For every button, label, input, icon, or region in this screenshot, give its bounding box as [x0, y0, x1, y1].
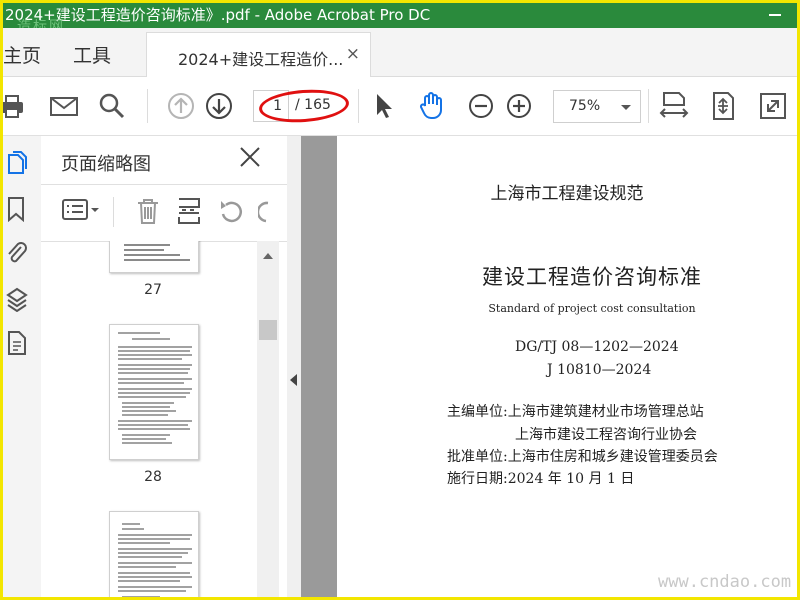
document-title: 建设工程造价咨询标准	[482, 265, 702, 289]
layers-icon[interactable]	[6, 286, 28, 312]
select-cursor-icon[interactable]	[370, 91, 400, 121]
main-toolbar: 1 / 165 75%	[3, 77, 797, 136]
chevron-down-icon	[621, 105, 631, 110]
attachment-icon[interactable]	[6, 240, 28, 266]
pdf-page: 上海市工程建设规范 建设工程造价咨询标准 Standard of project…	[337, 136, 797, 597]
standard-code: DG/TJ 08—1202—2024	[515, 339, 679, 355]
thumbnail-toolbar	[41, 184, 287, 242]
title-bar: 2024+建设工程造价咨询标准》.pdf - Adobe Acrobat Pro…	[3, 3, 797, 28]
zoom-out-icon[interactable]	[466, 91, 496, 121]
co-editor-unit: 上海市建设工程咨询行业协会	[515, 427, 697, 443]
zoom-value: 75%	[569, 98, 601, 114]
menu-tools[interactable]: 工具	[73, 41, 111, 68]
panel-title: 页面缩略图	[61, 154, 151, 175]
effective-date: 施行日期:2024 年 10 月 1 日	[447, 471, 635, 487]
rotate-clockwise-icon[interactable]	[258, 197, 270, 225]
app-frame: 2024+建设工程造价咨询标准》.pdf - Adobe Acrobat Pro…	[0, 0, 800, 600]
thumbnail-list: 27 28	[41, 241, 287, 597]
print-icon[interactable]	[0, 91, 29, 121]
bookmark-icon[interactable]	[6, 196, 28, 222]
approval-unit: 批准单位:上海市住房和城乡建设管理委员会	[447, 449, 718, 465]
menu-bar: 主页 工具 2024+建设工程造价... ×	[3, 28, 797, 77]
page-thumbnail[interactable]	[109, 511, 199, 597]
page-thumbnail[interactable]	[109, 324, 199, 460]
zoom-in-icon[interactable]	[504, 91, 534, 121]
menu-home[interactable]: 主页	[3, 41, 41, 68]
next-page-icon[interactable]	[204, 91, 234, 121]
minimize-button[interactable]	[769, 14, 781, 16]
site-watermark: www.cndao.com	[658, 572, 792, 592]
previous-page-icon[interactable]	[166, 91, 196, 121]
scroll-up-icon[interactable]	[263, 253, 273, 259]
fit-page-icon[interactable]	[708, 91, 738, 121]
document-tab[interactable]: 2024+建设工程造价... ×	[146, 32, 371, 77]
toolbar-divider	[648, 89, 649, 123]
panel-splitter[interactable]	[287, 136, 301, 597]
extract-page-icon[interactable]	[176, 197, 202, 225]
mail-icon[interactable]	[49, 91, 79, 121]
document-view: 上海市工程建设规范 建设工程造价咨询标准 Standard of project…	[301, 136, 797, 597]
close-tab-icon[interactable]: ×	[346, 44, 360, 64]
page-thumbnails-icon[interactable]	[6, 150, 28, 176]
left-rail	[3, 136, 42, 597]
toolbar-divider	[113, 197, 114, 227]
hand-tool-icon[interactable]	[417, 91, 447, 121]
thumbnail-page-label: 27	[144, 282, 162, 298]
document-header: 上海市工程建设规范	[490, 184, 644, 204]
page-thumbnail[interactable]	[109, 241, 199, 273]
toolbar-divider	[147, 89, 148, 123]
thumbnail-page-label: 28	[144, 469, 162, 485]
scrollbar-thumb[interactable]	[259, 320, 277, 340]
chief-editor-unit: 主编单位:上海市建筑建材业市场管理总站	[447, 404, 704, 420]
search-icon[interactable]	[97, 91, 127, 121]
record-code: J 10810—2024	[547, 362, 652, 378]
document-subtitle: Standard of project cost consultation	[488, 302, 696, 315]
fit-width-icon[interactable]	[659, 91, 689, 121]
rotate-counterclockwise-icon[interactable]	[218, 197, 244, 225]
document-properties-icon[interactable]	[6, 330, 28, 356]
collapse-panel-icon[interactable]	[290, 374, 297, 386]
toolbar-divider	[358, 89, 359, 123]
window-title: 2024+建设工程造价咨询标准》.pdf - Adobe Acrobat Pro…	[5, 6, 431, 24]
zoom-select[interactable]: 75%	[553, 90, 641, 123]
document-tab-label: 2024+建设工程造价...	[178, 50, 344, 69]
thumbnail-panel: 页面缩略图 27 28	[41, 136, 288, 597]
thumbnail-scrollbar[interactable]	[257, 241, 279, 597]
options-menu-icon[interactable]	[61, 197, 101, 223]
delete-icon[interactable]	[135, 197, 161, 225]
close-icon[interactable]	[239, 146, 261, 168]
full-screen-icon[interactable]	[758, 91, 788, 121]
